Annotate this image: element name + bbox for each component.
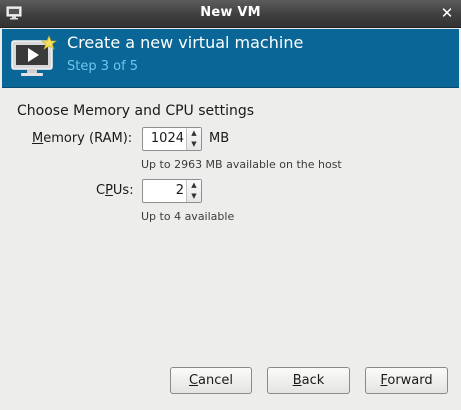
cpus-label: CPUs:: [96, 183, 134, 198]
virtual-machine-new-icon: [11, 35, 57, 76]
cpus-spin-arrows: ▲ ▼: [186, 180, 201, 202]
cpus-increment-icon[interactable]: ▲: [187, 180, 201, 191]
cpus-value[interactable]: 2: [176, 183, 184, 198]
section-title: Choose Memory and CPU settings: [17, 103, 255, 119]
back-button[interactable]: Back: [267, 367, 350, 394]
step-indicator: Step 3 of 5: [67, 59, 139, 74]
cancel-button[interactable]: Cancel: [170, 367, 252, 394]
memory-label: Memory (RAM):: [32, 131, 132, 146]
page-title: Create a new virtual machine: [67, 33, 304, 52]
cpus-label-pre: C: [96, 183, 106, 198]
back-label: ack: [301, 373, 325, 388]
title-bar[interactable]: New VM ✕: [0, 0, 461, 28]
cancel-mnemonic: C: [188, 373, 199, 388]
memory-decrement-icon[interactable]: ▼: [187, 139, 201, 150]
memory-increment-icon[interactable]: ▲: [187, 128, 201, 139]
header-banner: Create a new virtual machine Step 3 of 5: [2, 29, 459, 88]
memory-value[interactable]: 1024: [151, 131, 184, 146]
memory-spinbox[interactable]: 1024 ▲ ▼: [142, 127, 202, 151]
memory-label-rest: emory (RAM):: [43, 131, 133, 146]
cpus-decrement-icon[interactable]: ▼: [187, 191, 201, 202]
back-mnemonic: B: [292, 373, 302, 388]
forward-button[interactable]: Forward: [365, 367, 448, 394]
window-title: New VM: [200, 5, 261, 20]
memory-hint: Up to 2963 MB available on the host: [141, 158, 342, 171]
cpus-spinbox[interactable]: 2 ▲ ▼: [142, 179, 202, 203]
cpus-label-mnemonic: P: [105, 183, 113, 198]
memory-unit: MB: [209, 131, 230, 146]
cpus-hint: Up to 4 available: [141, 210, 235, 223]
cpus-label-rest: Us:: [112, 183, 134, 198]
close-icon[interactable]: ✕: [439, 5, 455, 21]
new-vm-dialog: New VM ✕ Create a new virtual machine St…: [0, 0, 461, 410]
cancel-label: ancel: [198, 373, 234, 388]
memory-spin-arrows: ▲ ▼: [186, 128, 201, 150]
memory-label-mnemonic: M: [32, 131, 44, 146]
forward-label: orward: [387, 373, 433, 388]
